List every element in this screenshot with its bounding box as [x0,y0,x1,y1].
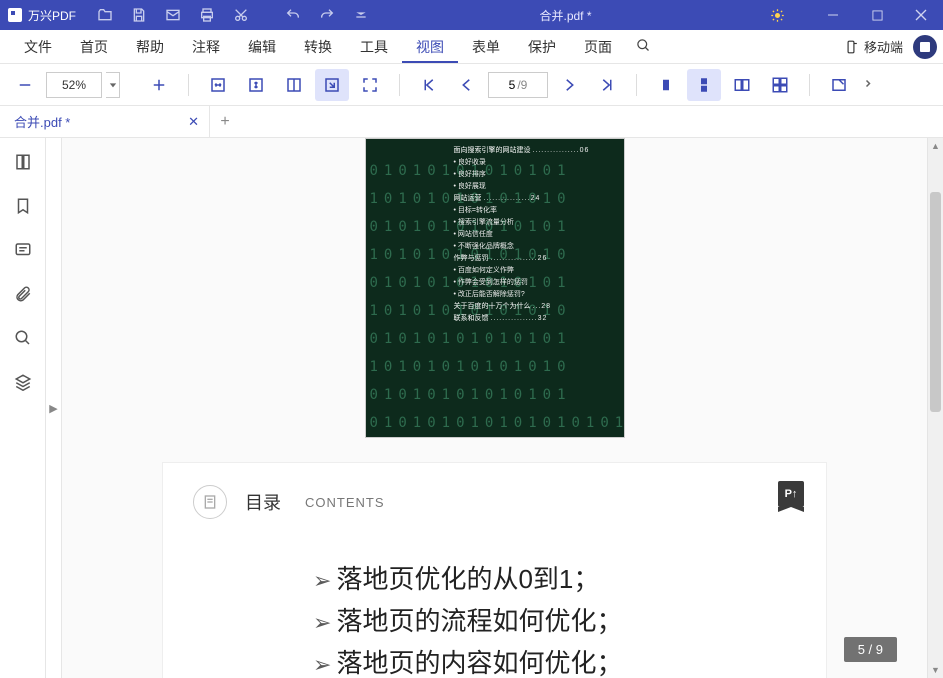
last-page-button[interactable] [590,69,624,101]
cut-icon[interactable] [226,0,256,30]
list-item: 落地页的内容如何优化； [313,643,796,678]
scroll-up-icon[interactable]: ▲ [928,138,943,154]
workspace: ▶ 01010101010101 10101010101010 01010101… [0,138,943,678]
mobile-icon [844,40,858,54]
side-panel [0,138,46,678]
fullscreen-button[interactable] [353,69,387,101]
mail-icon[interactable] [158,0,188,30]
menu-convert[interactable]: 转换 [290,31,346,63]
menu-pages[interactable]: 页面 [570,31,626,63]
app-name: 万兴PDF [28,7,76,24]
toc-heading-en: CONTENTS [305,495,385,510]
view-toolbar: 52% 5/9 [0,64,943,106]
redo-icon[interactable] [312,0,342,30]
page1-toc: 面向搜索引擎的网站建设 ................06 • 良好收录 • … [454,145,608,325]
qa-divider [260,0,274,30]
pdf-page-1: 01010101010101 10101010101010 0101010101… [365,138,625,438]
page-canvas[interactable]: 01010101010101 10101010101010 0101010101… [62,138,927,678]
page-indicator-overlay: 5 / 9 [844,637,897,662]
mobile-link[interactable]: 移动端 [844,37,903,56]
scroll-thumb[interactable] [930,192,941,412]
list-item: 落地页的流程如何优化； [313,601,796,643]
page-ribbon-icon: P↑ [778,481,804,507]
more-dropdown-icon[interactable] [346,0,376,30]
tab-document[interactable]: 合并.pdf * ✕ [0,106,210,138]
menu-edit[interactable]: 编辑 [234,31,290,63]
single-page-button[interactable] [649,69,683,101]
document-title: 合并.pdf * [376,7,755,24]
comments-icon[interactable] [11,238,35,262]
bookmarks-icon[interactable] [11,194,35,218]
actual-size-button[interactable] [315,69,349,101]
theme-toggle-icon[interactable] [755,0,799,30]
print-icon[interactable] [192,0,222,30]
title-bar: 万兴PDF 合并.pdf * [0,0,943,30]
zoom-value[interactable]: 52% [46,72,102,98]
undo-icon[interactable] [278,0,308,30]
page-input[interactable]: 5/9 [488,72,548,98]
two-page-button[interactable] [725,69,759,101]
menu-search-icon[interactable] [626,32,661,62]
toc-list: 落地页优化的从0到1； 落地页的流程如何优化； 落地页的内容如何优化； 落地页的… [313,559,796,678]
minimize-button[interactable] [811,0,855,30]
zoom-out-button[interactable] [8,69,42,101]
first-page-button[interactable] [412,69,446,101]
brand-badge-icon[interactable] [913,35,937,59]
menu-bar: 文件 首页 帮助 注释 编辑 转换 工具 视图 表单 保护 页面 移动端 [0,30,943,64]
new-tab-button[interactable]: + [210,107,240,137]
menu-view[interactable]: 视图 [402,31,458,63]
continuous-page-button[interactable] [687,69,721,101]
save-icon[interactable] [124,0,154,30]
next-page-button[interactable] [552,69,586,101]
zoom-dropdown-icon[interactable] [106,72,120,98]
tab-label: 合并.pdf * [14,112,70,131]
open-icon[interactable] [90,0,120,30]
sidebar-expand-handle[interactable]: ▶ [46,138,62,678]
maximize-button[interactable] [855,0,899,30]
menu-tools[interactable]: 工具 [346,31,402,63]
close-button[interactable] [899,0,943,30]
thumbnails-icon[interactable] [11,150,35,174]
layers-icon[interactable] [11,370,35,394]
zoom-in-button[interactable] [142,69,176,101]
fit-width-button[interactable] [201,69,235,101]
attachments-icon[interactable] [11,282,35,306]
menu-home[interactable]: 首页 [66,31,122,63]
app-logo: 万兴PDF [0,7,84,24]
tab-close-icon[interactable]: ✕ [188,114,199,130]
vertical-scrollbar[interactable]: ▲ ▼ [927,138,943,678]
logo-icon [8,8,22,22]
prev-page-button[interactable] [450,69,484,101]
menu-forms[interactable]: 表单 [458,31,514,63]
read-mode-button[interactable] [822,69,856,101]
mobile-label: 移动端 [864,37,903,56]
menu-file[interactable]: 文件 [10,31,66,63]
quick-access-toolbar [90,0,376,30]
fit-page-button[interactable] [277,69,311,101]
window-controls [755,0,943,30]
menu-annotate[interactable]: 注释 [178,31,234,63]
toolbar-overflow-icon[interactable] [860,79,876,91]
menu-help[interactable]: 帮助 [122,31,178,63]
pdf-page-2: P↑ 目录 CONTENTS 落地页优化的从0到1； 落地页的流程如何优化； 落… [162,462,827,678]
menu-protect[interactable]: 保护 [514,31,570,63]
scroll-down-icon[interactable]: ▼ [928,662,943,678]
search-panel-icon[interactable] [11,326,35,350]
two-page-continuous-button[interactable] [763,69,797,101]
list-item: 落地页优化的从0到1； [313,559,796,601]
fit-height-button[interactable] [239,69,273,101]
toc-badge-icon [193,485,227,519]
document-tabs: 合并.pdf * ✕ + [0,106,943,138]
toc-heading: 目录 [245,489,281,515]
